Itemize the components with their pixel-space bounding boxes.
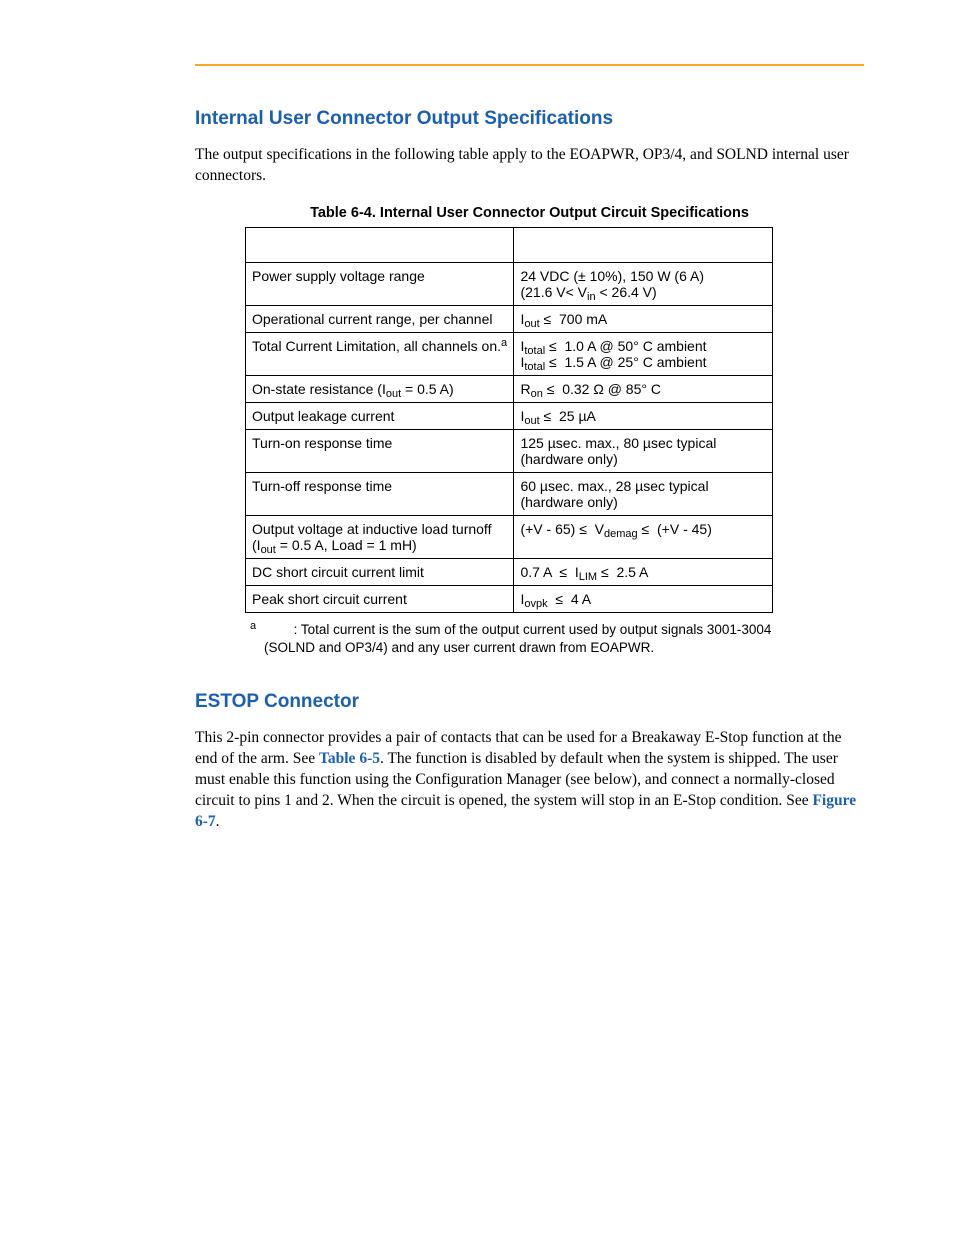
table-row: Power supply voltage range24 VDC (± 10%)… <box>246 262 773 305</box>
table-header-row <box>246 227 773 262</box>
table-row: Peak short circuit currentIovpk ≤ 4 A <box>246 585 773 612</box>
table-row: Turn-off response time60 µsec. max., 28 … <box>246 472 773 515</box>
table-row: DC short circuit current limit0.7 A ≤ IL… <box>246 558 773 585</box>
param-cell: Total Current Limitation, all channels o… <box>246 332 514 375</box>
heading-output-specs: Internal User Connector Output Specifica… <box>195 108 864 130</box>
param-cell: DC short circuit current limit <box>246 558 514 585</box>
param-cell: Turn-on response time <box>246 429 514 472</box>
value-cell: 125 µsec. max., 80 µsec typical (hardwar… <box>514 429 773 472</box>
param-cell: Operational current range, per channel <box>246 305 514 332</box>
value-cell: 24 VDC (± 10%), 150 W (6 A)(21.6 V< Vin … <box>514 262 773 305</box>
value-cell: (+V - 65) ≤ Vdemag ≤ (+V - 45) <box>514 515 773 558</box>
param-cell: Peak short circuit current <box>246 585 514 612</box>
value-cell: Ron ≤ 0.32 Ω @ 85° C <box>514 375 773 402</box>
header-param <box>246 227 514 262</box>
estop-paragraph: This 2-pin connector provides a pair of … <box>195 728 864 833</box>
param-cell: Output leakage current <box>246 402 514 429</box>
intro-paragraph: The output specifications in the followi… <box>195 145 864 187</box>
table-row: Turn-on response time125 µsec. max., 80 … <box>246 429 773 472</box>
spec-table: Power supply voltage range24 VDC (± 10%)… <box>245 227 773 613</box>
value-cell: 0.7 A ≤ ILIM ≤ 2.5 A <box>514 558 773 585</box>
value-cell: Iout ≤ 25 µA <box>514 402 773 429</box>
table-caption: Table 6-4. Internal User Connector Outpu… <box>195 205 864 221</box>
table-row: Output voltage at inductive load turnoff… <box>246 515 773 558</box>
top-rule <box>195 64 864 66</box>
header-value <box>514 227 773 262</box>
param-cell: On-state resistance (Iout = 0.5 A) <box>246 375 514 402</box>
table-row: Operational current range, per channelIo… <box>246 305 773 332</box>
value-cell: Iout ≤ 700 mA <box>514 305 773 332</box>
value-cell: Itotal ≤ 1.0 A @ 50° C ambientItotal ≤ 1… <box>514 332 773 375</box>
value-cell: 60 µsec. max., 28 µsec typical (hardware… <box>514 472 773 515</box>
table-row: On-state resistance (Iout = 0.5 A)Ron ≤ … <box>246 375 773 402</box>
table-row: Output leakage currentIout ≤ 25 µA <box>246 402 773 429</box>
footnote-a: a : Total current is the sum of the outp… <box>250 621 864 657</box>
heading-estop: ESTOP Connector <box>195 691 864 713</box>
xref-figure-6-7[interactable]: Figure 6-7 <box>195 792 856 830</box>
content-area: Internal User Connector Output Specifica… <box>195 108 864 851</box>
param-cell: Output voltage at inductive load turnoff… <box>246 515 514 558</box>
value-cell: Iovpk ≤ 4 A <box>514 585 773 612</box>
param-cell: Turn-off response time <box>246 472 514 515</box>
param-cell: Power supply voltage range <box>246 262 514 305</box>
page: Internal User Connector Output Specifica… <box>0 0 954 1235</box>
xref-table-6-5[interactable]: Table 6-5 <box>319 750 380 767</box>
table-row: Total Current Limitation, all channels o… <box>246 332 773 375</box>
